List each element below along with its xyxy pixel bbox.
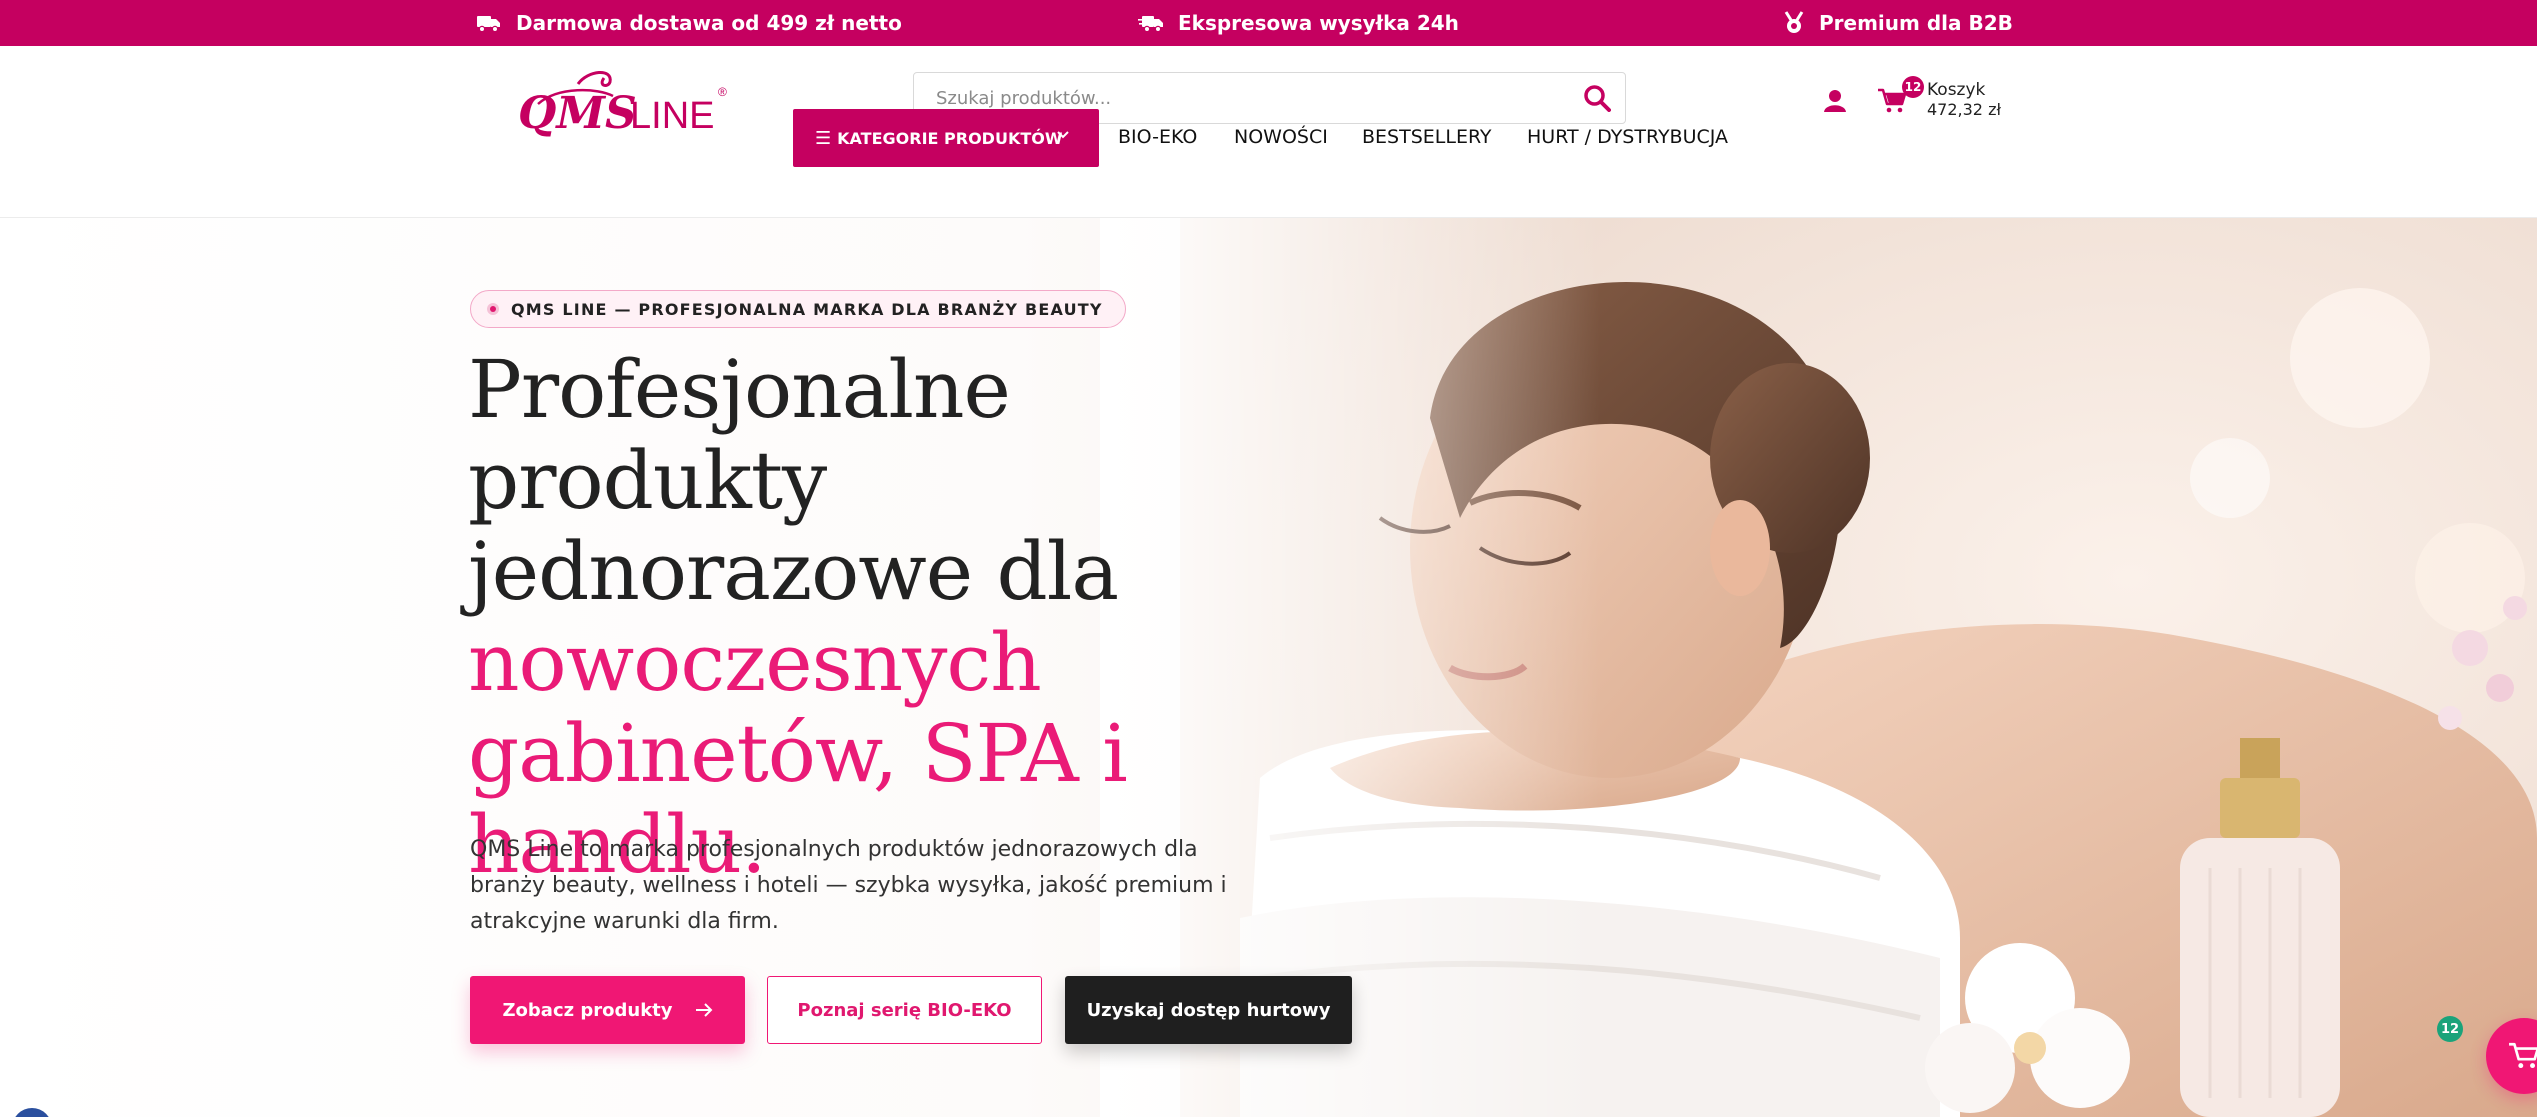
cart-count-badge: 12 — [1902, 76, 1924, 98]
medal-icon — [1784, 11, 1804, 33]
hero-title-line: jednorazowe dla — [468, 525, 1119, 618]
nav-link-nowosci[interactable]: NOWOŚCI — [1234, 126, 1328, 148]
categories-dropdown-button[interactable]: ☰ KATEGORIE PRODUKTÓW — [793, 109, 1099, 167]
chevron-down-icon — [1057, 131, 1069, 139]
badge-dot-icon — [487, 303, 499, 315]
main-nav: ☰ KATEGORIE PRODUKTÓW BIO-EKO NOWOŚCI BE… — [0, 109, 2537, 169]
promo-text: Premium dla B2B — [1819, 11, 2013, 35]
menu-icon: ☰ — [815, 127, 832, 149]
wholesale-access-button[interactable]: Uzyskaj dostęp hurtowy — [1065, 976, 1352, 1044]
see-products-button[interactable]: Zobacz produkty — [470, 976, 745, 1044]
arrow-right-icon — [695, 1003, 712, 1017]
fast-truck-icon — [1138, 16, 1163, 33]
cart-label: Koszyk — [1927, 80, 1986, 100]
promo-express: Ekspresowa wysyłka 24h — [1138, 0, 1459, 46]
see-products-label: Zobacz produkty — [502, 999, 673, 1021]
cart-icon — [2509, 1042, 2537, 1069]
delivery-truck-icon — [477, 16, 500, 33]
promo-text: Ekspresowa wysyłka 24h — [1178, 11, 1459, 35]
search-icon — [1584, 85, 1611, 112]
promo-bar: Darmowa dostawa od 499 zł netto Ekspreso… — [0, 0, 2537, 46]
floating-cart-badge: 12 — [2437, 1016, 2463, 1042]
hero-title-line: Profesjonalne produkty — [468, 343, 1011, 527]
hero-eyebrow-text: QMS LINE — PROFESJONALNA MARKA DLA BRANŻ… — [511, 299, 1103, 319]
hero-description: QMS Line to marka profesjonalnych produk… — [470, 837, 1227, 934]
hero-section: QMS LINE — PROFESJONALNA MARKA DLA BRANŻ… — [0, 218, 2537, 1117]
nav-link-bestsellery[interactable]: BESTSELLERY — [1362, 126, 1492, 148]
promo-free-delivery: Darmowa dostawa od 499 zł netto — [476, 0, 902, 46]
hero-title-highlight: nowoczesnych — [468, 616, 1042, 709]
hero-eyebrow-badge: QMS LINE — PROFESJONALNA MARKA DLA BRANŻ… — [470, 290, 1126, 328]
categories-label: KATEGORIE PRODUKTÓW — [837, 128, 1063, 148]
bio-eko-button[interactable]: Poznaj serię BIO-EKO — [767, 976, 1042, 1044]
promo-premium: Premium dla B2B — [1783, 0, 2013, 46]
hero-title: Profesjonalne produkty jednorazowe dla n… — [468, 344, 1368, 890]
promo-text: Darmowa dostawa od 499 zł netto — [516, 11, 902, 35]
hero-title-highlight: gabinetów, SPA i — [468, 707, 1128, 800]
nav-link-bio-eko[interactable]: BIO-EKO — [1118, 126, 1197, 148]
nav-link-hurt[interactable]: HURT / DYSTRYBUCJA — [1527, 126, 1728, 148]
svg-text:®: ® — [718, 85, 727, 99]
